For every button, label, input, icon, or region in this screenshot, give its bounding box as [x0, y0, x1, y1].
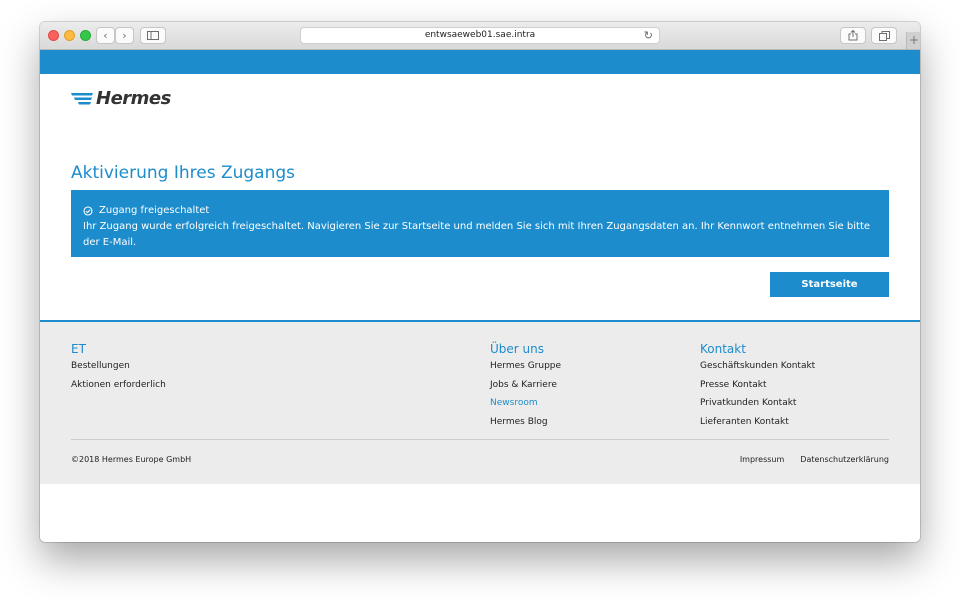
new-tab-button[interactable]: +: [906, 32, 920, 49]
page-title: Aktivierung Ihres Zugangs: [71, 163, 296, 183]
copyright-text: ©2018 Hermes Europe GmbH: [71, 455, 192, 464]
footer-heading: ET: [71, 342, 86, 356]
browser-window: ‹ › entwsaeweb01.sae.intra ↻ + Hermes Ak…: [40, 22, 920, 542]
close-window-button[interactable]: [48, 30, 59, 41]
footer-column-kontakt: Kontakt Geschäftskunden Kontakt Presse K…: [700, 342, 815, 435]
site-footer: ET Bestellungen Aktionen erforderlich Üb…: [40, 320, 920, 484]
address-bar[interactable]: entwsaeweb01.sae.intra ↻: [300, 27, 660, 44]
startseite-button[interactable]: Startseite: [770, 272, 889, 297]
legal-links: Impressum Datenschutzerklärung: [740, 455, 889, 464]
footer-link-jobs[interactable]: Jobs & Karriere: [490, 380, 561, 399]
chevron-right-icon: ›: [122, 29, 127, 42]
zoom-window-button[interactable]: [80, 30, 91, 41]
url-text: entwsaeweb01.sae.intra: [424, 30, 536, 40]
sidebar-toggle-button[interactable]: [140, 27, 166, 44]
footer-divider: [71, 439, 889, 440]
footer-link-newsroom[interactable]: Newsroom: [490, 398, 561, 417]
reload-icon[interactable]: ↻: [644, 28, 653, 43]
alert-title-row: Zugang freigeschaltet: [83, 203, 877, 219]
alert-message: Ihr Zugang wurde erfolgreich freigeschal…: [83, 221, 871, 248]
footer-column-et: ET Bestellungen Aktionen erforderlich: [71, 342, 166, 398]
footer-link-privatkunden[interactable]: Privatkunden Kontakt: [700, 398, 815, 417]
footer-heading: Über uns: [490, 342, 544, 356]
tabs-overview-button[interactable]: [871, 27, 897, 44]
footer-column-ueber-uns: Über uns Hermes Gruppe Jobs & Karriere N…: [490, 342, 561, 435]
footer-link-aktionen[interactable]: Aktionen erforderlich: [71, 380, 166, 399]
sidebar-icon: [147, 31, 159, 40]
hermes-logo-stripes-icon: [71, 93, 93, 105]
success-alert: Zugang freigeschaltet Ihr Zugang wurde e…: [71, 190, 889, 257]
footer-link-hermes-gruppe[interactable]: Hermes Gruppe: [490, 361, 561, 380]
tabs-icon: [878, 31, 890, 41]
back-button[interactable]: ‹: [96, 27, 115, 44]
minimize-window-button[interactable]: [64, 30, 75, 41]
footer-link-lieferanten[interactable]: Lieferanten Kontakt: [700, 417, 815, 436]
footer-link-geschaeftskunden[interactable]: Geschäftskunden Kontakt: [700, 361, 815, 380]
datenschutz-link[interactable]: Datenschutzerklärung: [800, 455, 889, 464]
forward-button[interactable]: ›: [115, 27, 134, 44]
footer-link-bestellungen[interactable]: Bestellungen: [71, 361, 166, 380]
site-header-bar: [40, 50, 920, 74]
plus-icon: +: [908, 33, 920, 47]
share-button[interactable]: [840, 27, 866, 44]
check-circle-icon: [83, 206, 93, 216]
impressum-link[interactable]: Impressum: [740, 455, 784, 464]
share-icon: [848, 29, 858, 41]
footer-link-presse[interactable]: Presse Kontakt: [700, 380, 815, 399]
alert-title: Zugang freigeschaltet: [99, 205, 210, 216]
footer-heading: Kontakt: [700, 342, 746, 356]
browser-titlebar: ‹ › entwsaeweb01.sae.intra ↻ +: [40, 22, 920, 50]
chevron-left-icon: ‹: [103, 29, 108, 42]
footer-link-blog[interactable]: Hermes Blog: [490, 417, 561, 436]
hermes-logo-text: Hermes: [96, 88, 171, 109]
